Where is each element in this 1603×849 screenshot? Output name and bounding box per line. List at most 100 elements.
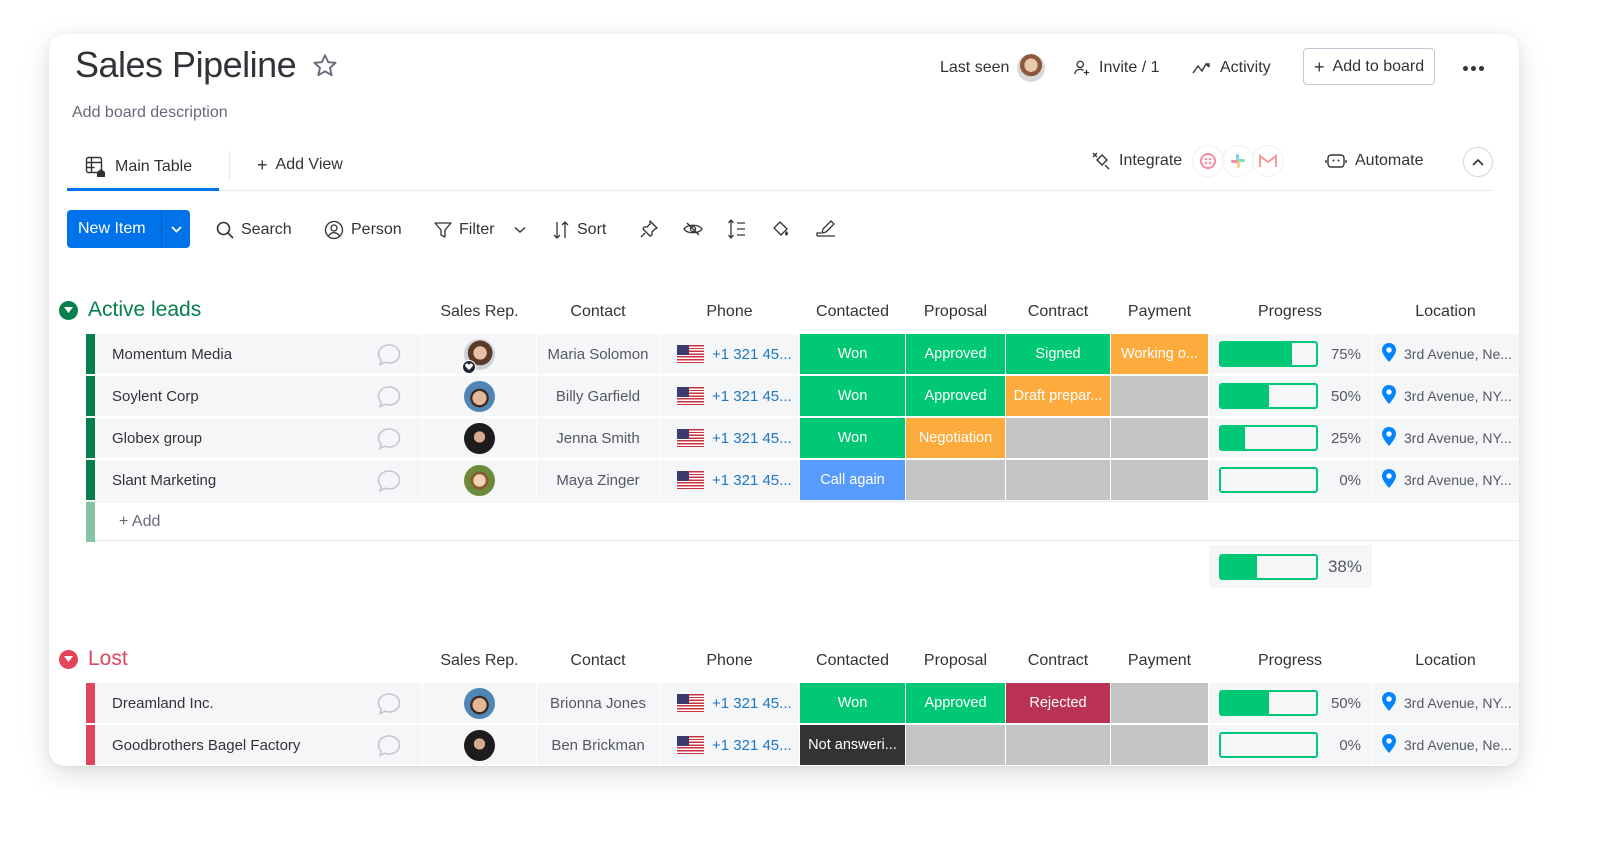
new-item-label[interactable]: New Item (67, 210, 161, 248)
contacted-status[interactable]: Won (800, 334, 905, 374)
group-collapse-toggle[interactable] (59, 300, 78, 320)
hide-columns-icon[interactable] (681, 217, 705, 241)
location-cell[interactable]: 3rd Avenue, NY... (1372, 683, 1519, 723)
column-header-phone[interactable]: Phone (660, 300, 799, 324)
item-name-cell[interactable]: Soylent Corp (95, 376, 422, 416)
column-header-proposal[interactable]: Proposal (906, 649, 1005, 673)
contract-status[interactable]: Draft prepar... (1006, 376, 1110, 416)
contract-status[interactable] (1006, 725, 1110, 765)
avatar[interactable] (464, 687, 495, 719)
table-row[interactable]: Slant Marketing Maya Zinger +1 321 45... Ca… (86, 460, 1519, 500)
collapse-header-button[interactable] (1463, 147, 1493, 177)
add-item-button[interactable]: + Add (119, 502, 160, 542)
phone-number-link[interactable]: +1 321 45... (712, 346, 792, 363)
payment-status[interactable] (1111, 418, 1208, 458)
payment-status[interactable] (1111, 725, 1208, 765)
column-header-progress[interactable]: Progress (1209, 649, 1371, 673)
contact-cell[interactable]: Billy Garfield (537, 376, 659, 416)
location-cell[interactable]: 3rd Avenue, Ne... (1372, 334, 1519, 374)
comment-icon[interactable] (376, 691, 402, 721)
proposal-status[interactable]: Negotiation (906, 418, 1005, 458)
item-name[interactable]: Slant Marketing (112, 472, 216, 489)
star-icon[interactable] (311, 52, 339, 80)
integrate-button[interactable]: Integrate (1091, 145, 1285, 177)
last-seen[interactable]: Last seen (940, 54, 1046, 82)
invite-button[interactable]: Invite / 1 (1073, 54, 1159, 82)
table-row[interactable]: Goodbrothers Bagel Factory Ben Brickman +1… (86, 725, 1519, 765)
comment-icon[interactable] (376, 342, 402, 372)
phone-cell[interactable]: +1 321 45... (660, 683, 799, 723)
contract-status[interactable]: Rejected (1006, 683, 1110, 723)
chevron-down-icon[interactable] (514, 226, 526, 234)
column-header-sales-rep[interactable]: Sales Rep. (423, 649, 536, 673)
contacted-status[interactable]: Won (800, 376, 905, 416)
contacted-status[interactable]: Won (800, 683, 905, 723)
sales-rep-cell[interactable] (423, 725, 536, 765)
add-item-row[interactable]: + Add (86, 501, 1519, 542)
tab-main-table[interactable]: Main Table (67, 146, 219, 191)
column-header-progress[interactable]: Progress (1209, 300, 1371, 324)
phone-cell[interactable]: +1 321 45... (660, 334, 799, 374)
sales-rep-cell[interactable] (423, 418, 536, 458)
sales-rep-cell[interactable] (423, 460, 536, 500)
column-header-payment[interactable]: Payment (1111, 649, 1208, 673)
avatar[interactable] (464, 380, 495, 412)
comment-icon[interactable] (376, 384, 402, 414)
color-fill-icon[interactable] (769, 217, 793, 241)
table-row[interactable]: Soylent Corp Billy Garfield +1 321 45... Wo… (86, 376, 1519, 416)
phone-cell[interactable]: +1 321 45... (660, 376, 799, 416)
avatar[interactable] (464, 464, 495, 496)
more-options-button[interactable] (1460, 54, 1486, 82)
phone-cell[interactable]: +1 321 45... (660, 725, 799, 765)
location-cell[interactable]: 3rd Avenue, NY... (1372, 460, 1519, 500)
contact-cell[interactable]: Maria Solomon (537, 334, 659, 374)
payment-status[interactable] (1111, 460, 1208, 500)
column-header-location[interactable]: Location (1372, 300, 1519, 324)
column-header-phone[interactable]: Phone (660, 649, 799, 673)
sales-rep-cell[interactable] (423, 376, 536, 416)
contract-status[interactable]: Signed (1006, 334, 1110, 374)
item-name[interactable]: Goodbrothers Bagel Factory (112, 737, 300, 754)
column-header-contacted[interactable]: Contacted (800, 649, 905, 673)
column-header-location[interactable]: Location (1372, 649, 1519, 673)
new-item-dropdown[interactable] (161, 210, 190, 248)
group-title[interactable]: Lost (88, 647, 128, 671)
avatar[interactable] (462, 338, 495, 374)
contact-cell[interactable]: Brionna Jones (537, 683, 659, 723)
board-description[interactable]: Add board description (72, 104, 228, 122)
comment-icon[interactable] (376, 426, 402, 456)
comment-icon[interactable] (376, 733, 402, 763)
item-name[interactable]: Globex group (112, 430, 202, 447)
column-header-contacted[interactable]: Contacted (800, 300, 905, 324)
proposal-status[interactable] (906, 725, 1005, 765)
add-view-button[interactable]: + Add View (257, 150, 343, 180)
edit-icon[interactable] (814, 217, 838, 241)
contact-cell[interactable]: Jenna Smith (537, 418, 659, 458)
contacted-status[interactable]: Won (800, 418, 905, 458)
board-title[interactable]: Sales Pipeline (75, 44, 297, 86)
column-header-contact[interactable]: Contact (537, 300, 659, 324)
avatar[interactable] (464, 422, 495, 454)
group-collapse-toggle[interactable] (59, 649, 78, 669)
phone-number-link[interactable]: +1 321 45... (712, 430, 792, 447)
location-cell[interactable]: 3rd Avenue, Ne... (1372, 725, 1519, 765)
avatar[interactable] (464, 729, 495, 761)
add-to-board-button[interactable]: + Add to board (1303, 48, 1436, 85)
contract-status[interactable] (1006, 418, 1110, 458)
contact-cell[interactable]: Maya Zinger (537, 460, 659, 500)
item-name-cell[interactable]: Globex group (95, 418, 422, 458)
sort-button[interactable]: Sort (552, 217, 606, 243)
activity-button[interactable]: Activity (1192, 54, 1271, 82)
column-header-contract[interactable]: Contract (1006, 649, 1110, 673)
column-header-contract[interactable]: Contract (1006, 300, 1110, 324)
group-title[interactable]: Active leads (88, 298, 201, 322)
item-name-cell[interactable]: Goodbrothers Bagel Factory (95, 725, 422, 765)
phone-number-link[interactable]: +1 321 45... (712, 695, 792, 712)
sales-rep-cell[interactable] (423, 334, 536, 374)
column-header-proposal[interactable]: Proposal (906, 300, 1005, 324)
sales-rep-cell[interactable] (423, 683, 536, 723)
payment-status[interactable]: Working o... (1111, 334, 1208, 374)
contact-cell[interactable]: Ben Brickman (537, 725, 659, 765)
item-name-cell[interactable]: Slant Marketing (95, 460, 422, 500)
column-header-sales-rep[interactable]: Sales Rep. (423, 300, 536, 324)
